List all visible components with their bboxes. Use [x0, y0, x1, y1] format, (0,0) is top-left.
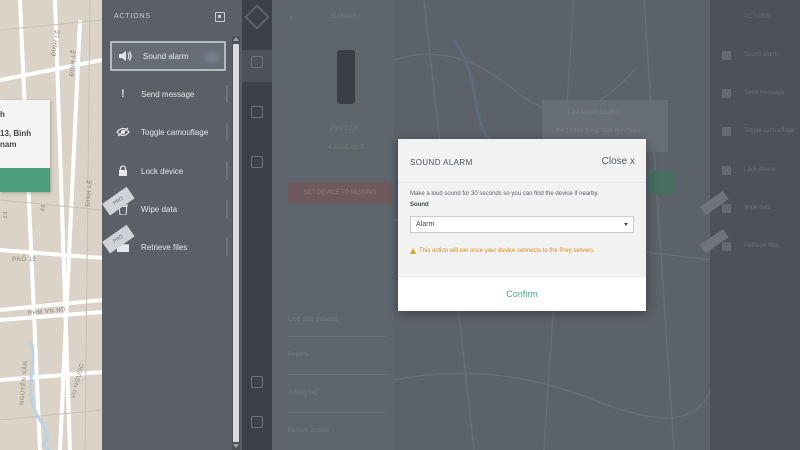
info-card-line: h [0, 110, 5, 119]
modal-header: SOUND ALARM Close x [398, 139, 646, 183]
sound-alarm-modal: SOUND ALARM Close x Make a loud sound fo… [398, 139, 646, 311]
back-chevron-icon[interactable]: ‹ [290, 12, 293, 23]
modal-footer: Confirm [398, 276, 646, 311]
sound-field-label: Sound [410, 202, 429, 208]
modal-description: Make a loud sound for 30 seconds so you … [410, 191, 599, 197]
actions-panel: ACTIONS Sound alarm ! Send message Toggl… [102, 0, 242, 450]
modal-title: SOUND ALARM [410, 158, 473, 167]
device-version: Prey 1.7.3 [330, 126, 358, 132]
scroll-up-icon[interactable] [233, 37, 239, 41]
rp-label: Toggle camouflage [744, 128, 795, 134]
phone-icon [251, 56, 263, 68]
warning-text: This action will run once your device co… [419, 248, 595, 254]
action-toggle-camouflage[interactable]: Toggle camouflage [110, 117, 228, 147]
action-label: Retrieve files [141, 242, 188, 252]
collapse-panel-icon[interactable] [215, 12, 225, 22]
actions-title: ACTIONS [114, 13, 151, 20]
lock-icon [722, 166, 731, 175]
summary-header: SUMMARY [330, 14, 361, 20]
rp-item[interactable]: Wipe data [718, 199, 798, 219]
prey-logo-icon [244, 4, 270, 30]
divider [288, 336, 388, 337]
map-view[interactable]: ĐINH LỄ ĐINH LỄ PHỐ 12 PHM VN ND NGUYỄN … [0, 0, 102, 450]
gear-icon [251, 156, 263, 168]
action-label: Wipe data [141, 204, 178, 214]
rp-item[interactable]: Toggle camouflage [718, 122, 798, 142]
rp-label: Lock device [744, 167, 776, 173]
divider [226, 85, 228, 103]
eye-slash-icon [115, 124, 131, 140]
sound-select-value: Alarm [416, 221, 435, 228]
app-nav-rail [242, 0, 272, 450]
row-remote-actions[interactable]: Remote actions [288, 428, 330, 434]
rp-label: Wipe data [744, 205, 772, 211]
last-location-title: Last known location [568, 110, 621, 116]
rp-item[interactable]: Lock device [718, 161, 798, 181]
speaker-icon [722, 51, 731, 60]
actions-header: ACTIONS [102, 0, 242, 36]
blurred-badge [204, 52, 220, 62]
map-info-card: h 13, Bình nam [0, 100, 50, 192]
action-label: Send message [141, 89, 195, 99]
nav-settings[interactable] [242, 150, 272, 182]
sound-select[interactable]: Alarm [410, 216, 634, 233]
close-button[interactable]: Close x [602, 156, 635, 167]
device-image [337, 50, 355, 104]
device-status: ● AVAILABLE [328, 145, 365, 151]
location-action-button[interactable] [648, 170, 674, 194]
divider [288, 374, 388, 375]
actions-panel-dimmed: ACTIONS Sound alarm Send message Toggle … [710, 0, 800, 450]
nav-logout[interactable] [242, 410, 272, 442]
action-lock-device[interactable]: Lock device [110, 156, 228, 186]
lock-icon [115, 163, 131, 179]
eye-slash-icon [722, 127, 731, 136]
warning-icon [410, 248, 416, 254]
map-roads [0, 0, 102, 450]
nav-device[interactable] [242, 50, 272, 82]
chevron-down-icon [624, 223, 628, 226]
exclamation-icon [722, 89, 731, 98]
rp-label: Retrieve files [744, 243, 779, 249]
last-location-address: Phố 13 Bình Trưng, Quận Bình Thành [556, 128, 641, 134]
street-label: 13 [2, 210, 10, 220]
divider [226, 238, 228, 256]
panel-icon [251, 106, 263, 118]
actions-scrollbar[interactable] [232, 36, 240, 450]
rp-label: Send message [744, 90, 785, 96]
scroll-down-icon[interactable] [233, 444, 239, 448]
exclamation-icon: ! [121, 88, 125, 100]
set-missing-button[interactable]: SET DEVICE TO MISSING [288, 182, 392, 204]
help-icon [251, 376, 263, 388]
rp-item[interactable]: Send message [718, 84, 798, 104]
info-card-line: nam [0, 140, 17, 149]
scroll-thumb[interactable] [233, 44, 239, 442]
logout-icon [251, 416, 263, 428]
rp-item[interactable]: Retrieve files [718, 237, 798, 257]
section-title: Use ons actions [288, 316, 338, 323]
action-label: Lock device [141, 166, 184, 176]
divider [226, 200, 228, 218]
street-label: PHỐ 12 [12, 257, 37, 263]
row-activity-log[interactable]: Activity log [288, 390, 317, 396]
divider [288, 412, 388, 413]
action-label: Sound alarm [143, 51, 189, 61]
divider [226, 162, 228, 180]
info-card-button[interactable] [0, 168, 50, 192]
divider [226, 123, 228, 141]
trash-icon [722, 204, 731, 213]
rp-label: Sound alarm [744, 52, 779, 58]
action-send-message[interactable]: ! Send message [110, 79, 228, 109]
right-panel-title: ACTIONS [744, 14, 771, 20]
rp-item[interactable]: Sound alarm [718, 46, 798, 66]
speaker-icon [117, 48, 133, 64]
confirm-button[interactable]: Confirm [398, 277, 646, 312]
info-card-line: 13, Bình [0, 129, 32, 138]
nav-help[interactable] [242, 370, 272, 402]
nav-control-panel[interactable] [242, 100, 272, 132]
row-reports[interactable]: Reports [288, 352, 309, 358]
warning-message: This action will run once your device co… [410, 248, 595, 254]
folder-icon [722, 242, 731, 251]
action-sound-alarm[interactable]: Sound alarm [110, 41, 226, 71]
action-label: Toggle camouflage [141, 127, 209, 137]
